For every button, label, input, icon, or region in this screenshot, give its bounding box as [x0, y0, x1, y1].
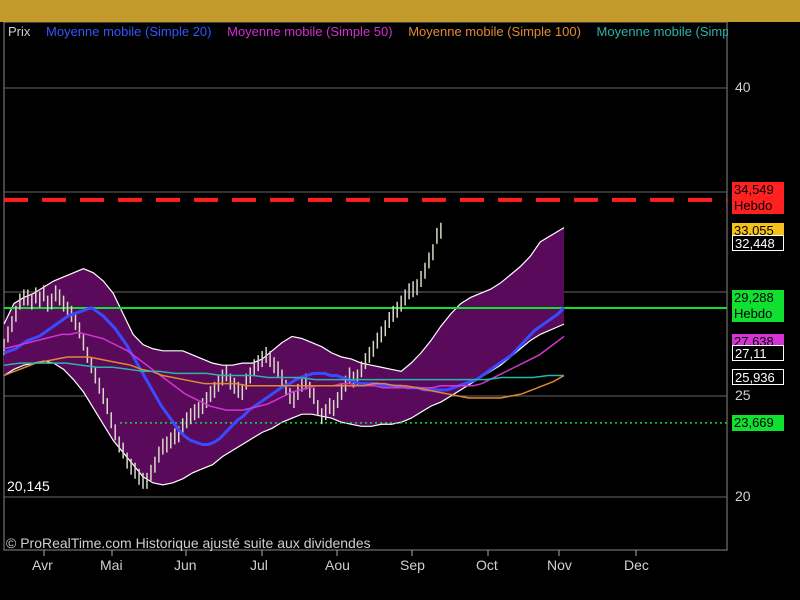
y-tick-label: 25: [735, 387, 751, 403]
level-label: 34,549: [732, 181, 784, 198]
x-tick-label: Jul: [250, 557, 268, 573]
price-label: 32,448: [732, 235, 784, 252]
copyright-footer: © ProRealTime.com Historique ajusté suit…: [6, 535, 371, 551]
level-label: 29,288: [732, 289, 784, 306]
x-tick-label: Nov: [547, 557, 572, 573]
x-tick-label: Mai: [100, 557, 123, 573]
min-price-label: 20,145: [7, 478, 50, 494]
level-label-sub: Hebdo: [732, 197, 784, 214]
legend: Prix Moyenne mobile (Simple 20) Moyenne …: [8, 24, 728, 39]
legend-sma100: Moyenne mobile (Simple 100): [408, 24, 581, 39]
x-tick-label: Dec: [624, 557, 649, 573]
y-tick-label: 40: [735, 79, 751, 95]
plot-area: [3, 21, 728, 551]
price-label: 27,11: [732, 344, 784, 361]
legend-sma20: Moyenne mobile (Simple 20): [46, 24, 212, 39]
x-tick-label: Avr: [32, 557, 53, 573]
legend-sma200: Moyenne mobile (Simple 200): [596, 24, 728, 39]
level-label-sub: Hebdo: [732, 305, 784, 322]
x-tick-label: Aou: [325, 557, 350, 573]
legend-prix: Prix: [8, 24, 31, 39]
x-tick-label: Oct: [476, 557, 498, 573]
x-tick-label: Sep: [400, 557, 425, 573]
legend-sma50: Moyenne mobile (Simple 50): [227, 24, 393, 39]
price-label: 25,936: [732, 368, 784, 385]
y-tick-label: 20: [735, 488, 751, 504]
price-chart: [3, 21, 728, 556]
level-label: 23,669: [732, 414, 784, 431]
chart-title: NXI - NEXITY 33,055 (+1,72%) Journalier …: [0, 0, 800, 41]
x-tick-label: Jun: [174, 557, 197, 573]
